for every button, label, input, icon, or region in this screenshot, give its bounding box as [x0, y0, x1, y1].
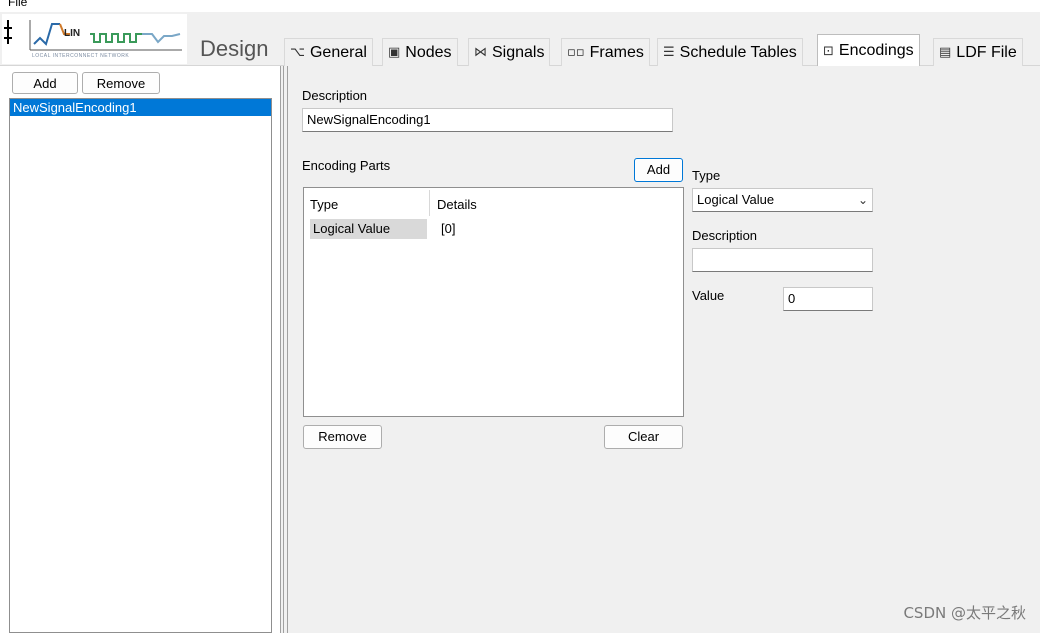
encoding-parts-label: Encoding Parts — [302, 158, 391, 173]
type-select-value: Logical Value — [697, 192, 775, 207]
logo: LIN LOCAL INTERCONNECT NETWORK — [2, 14, 187, 64]
column-header-type[interactable]: Type — [304, 192, 338, 218]
list-item[interactable]: NewSignalEncoding1 — [10, 99, 271, 116]
description-field[interactable]: NewSignalEncoding1 — [302, 108, 673, 132]
part-description-label: Description — [692, 228, 758, 243]
pane-splitter[interactable] — [280, 66, 288, 633]
table-row-details-cell[interactable]: [0] — [441, 219, 455, 239]
frames-icon: ▫▫ — [567, 45, 585, 60]
tab-schedule-tables[interactable]: ☰ Schedule Tables — [657, 38, 803, 66]
remove-encoding-button[interactable]: Remove — [82, 72, 160, 94]
tab-label: Encodings — [838, 42, 914, 59]
clear-parts-button[interactable]: Clear — [604, 425, 683, 449]
tab-label: LDF File — [956, 43, 1017, 61]
encoding-parts-table[interactable]: Type Details Logical Value [0] — [303, 187, 684, 417]
header: LIN LOCAL INTERCONNECT NETWORK Design ⌥ … — [0, 12, 1040, 67]
column-divider[interactable] — [429, 190, 430, 216]
chip-icon: ▣ — [388, 45, 401, 60]
tab-nodes[interactable]: ▣ Nodes — [382, 38, 458, 66]
tab-ldf-file[interactable]: ▤ LDF File — [933, 38, 1023, 66]
type-select[interactable]: Logical Value ⌄ — [692, 188, 873, 212]
add-part-button[interactable]: Add — [634, 158, 683, 182]
schedule-icon: ☰ — [663, 45, 675, 60]
menu-bar: File — [0, 0, 1040, 12]
menu-file[interactable]: File — [8, 0, 27, 9]
tab-label: General — [309, 43, 367, 61]
table-row-type-cell[interactable]: Logical Value — [310, 219, 427, 239]
signal-wave-icon: ⋈ — [474, 45, 487, 60]
tab-label: Signals — [492, 43, 545, 61]
encoding-chart-icon: ⊡ — [823, 43, 834, 59]
tab-frames[interactable]: ▫▫ Frames — [561, 38, 650, 66]
tab-label: Schedule Tables — [679, 43, 797, 61]
encoding-editor: Description NewSignalEncoding1 Encoding … — [289, 66, 1040, 633]
tab-label: Frames — [589, 43, 644, 61]
value-label: Value — [692, 288, 725, 303]
logo-tagline: LOCAL INTERCONNECT NETWORK — [32, 53, 130, 59]
tab-general[interactable]: ⌥ General — [284, 38, 373, 66]
type-label: Type — [692, 168, 721, 183]
column-header-details[interactable]: Details — [431, 192, 477, 218]
tab-encodings[interactable]: ⊡ Encodings — [817, 34, 920, 67]
add-encoding-button[interactable]: Add — [12, 72, 78, 94]
description-label: Description — [302, 88, 368, 103]
tab-label: Nodes — [405, 43, 452, 61]
remove-part-button[interactable]: Remove — [303, 425, 382, 449]
encodings-list[interactable]: NewSignalEncoding1 — [9, 98, 272, 633]
section-label: Design — [200, 36, 269, 61]
file-icon: ▤ — [939, 45, 952, 60]
logo-brand-text: LIN — [64, 28, 81, 39]
value-field[interactable]: 0 — [783, 287, 873, 311]
chevron-down-icon: ⌄ — [857, 193, 868, 207]
tab-signals[interactable]: ⋈ Signals — [468, 38, 551, 66]
watermark: CSDN @太平之秋 — [903, 604, 1026, 622]
part-description-field[interactable] — [692, 248, 873, 272]
hierarchy-icon: ⌥ — [290, 45, 305, 60]
